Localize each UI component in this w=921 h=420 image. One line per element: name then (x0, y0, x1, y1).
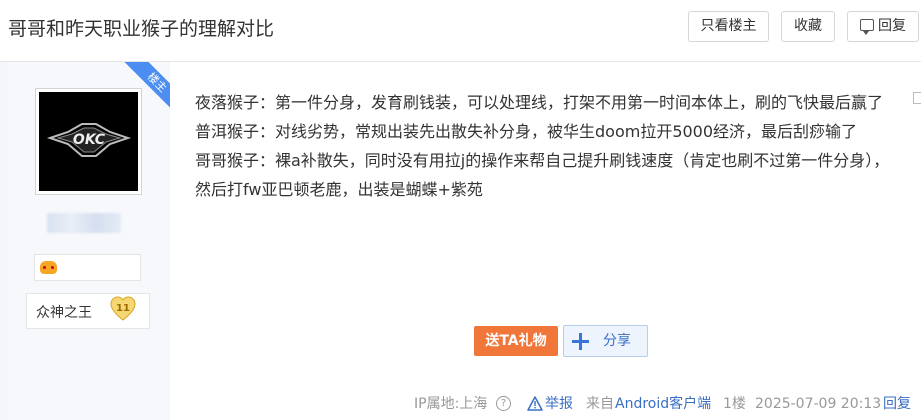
post-timestamp: 2025-07-09 20:13 (755, 396, 882, 412)
level-title: 众神之王 (36, 305, 92, 321)
gamepad-icon[interactable] (40, 261, 57, 274)
only-op-button[interactable]: 只看楼主 (688, 11, 769, 42)
floor-number: 1楼 (723, 396, 746, 412)
level-number: 11 (116, 303, 130, 314)
share-button[interactable]: 分享 (563, 325, 648, 357)
client-link[interactable]: Android客户端 (615, 394, 711, 414)
level-badge[interactable]: 众神之王 11 (26, 293, 150, 329)
post-paragraph: 普洱猴子：对线劣势，常规出装先出散失补分身，被华生doom拉开5000经济，最后… (195, 122, 858, 141)
reply-button-label: 回复 (878, 18, 906, 34)
okc-logo-icon: OKC (39, 92, 138, 191)
avatar-logo-text: OKC (72, 132, 105, 148)
side-tab-icon[interactable] (913, 92, 921, 104)
avatar[interactable]: OKC (35, 88, 142, 195)
reply-button[interactable]: 回复 (847, 11, 919, 42)
comment-icon (860, 19, 874, 35)
favorite-button[interactable]: 收藏 (781, 11, 835, 42)
thread-title: 哥哥和昨天职业猴子的理解对比 (8, 18, 275, 40)
warning-icon[interactable] (527, 396, 543, 411)
thread-header: 哥哥和昨天职业猴子的理解对比 只看楼主 收藏 回复 (0, 0, 921, 62)
help-icon[interactable]: ? (496, 396, 511, 411)
post-paragraph: 夜落猴子：第一件分身，发育刷钱装，可以处理线，打架不用第一时间本体上，刷的飞快最… (195, 93, 884, 112)
post-paragraph: 哥哥猴子：裸a补散失，同时没有用拉j的操作来帮自己提升刷钱速度（肯定也刷不过第一… (195, 151, 890, 199)
level-heart-icon: 11 (110, 296, 136, 321)
username-blurred[interactable] (47, 213, 121, 233)
left-gutter (0, 62, 8, 420)
reply-link[interactable]: 回复 (883, 394, 911, 414)
send-gift-button[interactable]: 送TA礼物 (474, 326, 558, 356)
plus-icon (572, 333, 589, 350)
report-link[interactable]: 举报 (545, 394, 573, 414)
badge-strip (34, 254, 141, 281)
from-prefix: 来自 (586, 396, 614, 412)
post-content: 夜落猴子：第一件分身，发育刷钱装，可以处理线，打架不用第一时间本体上，刷的飞快最… (195, 88, 900, 204)
ip-location: IP属地:上海 (414, 396, 488, 412)
share-button-label: 分享 (603, 333, 631, 349)
